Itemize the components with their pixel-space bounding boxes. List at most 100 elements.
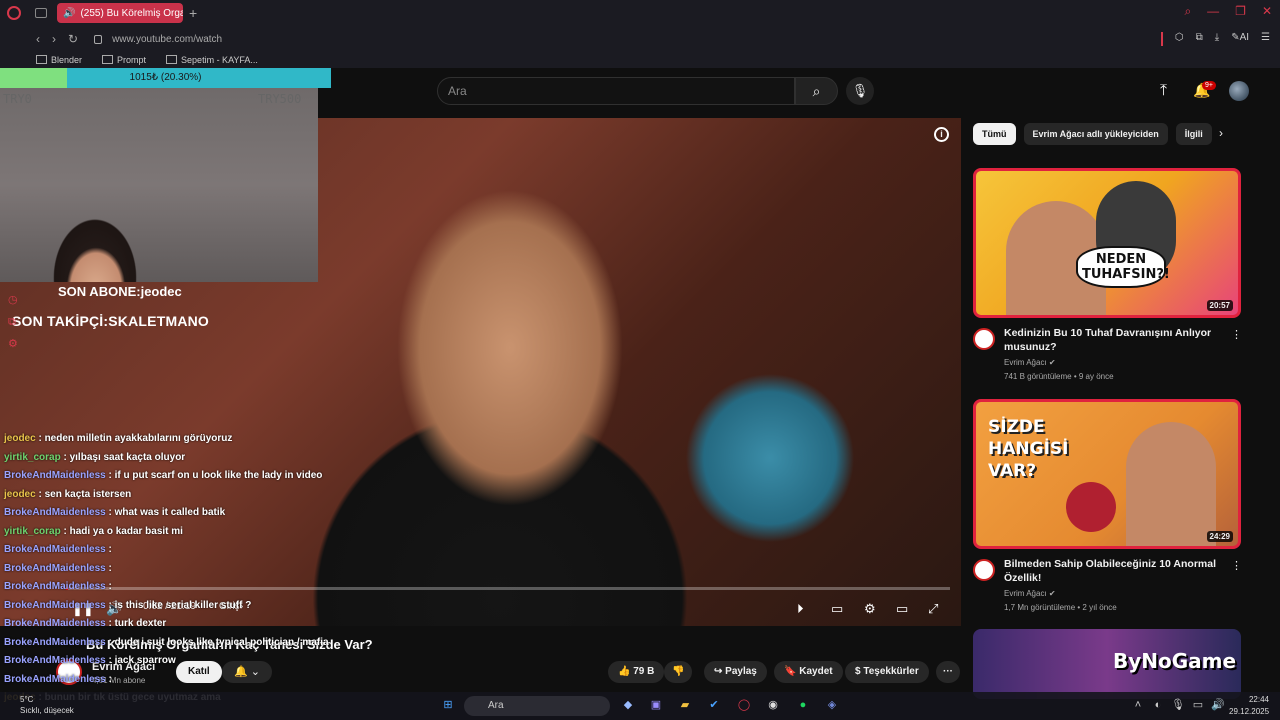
more-options-icon[interactable]: ⋮	[1231, 559, 1242, 572]
rec-meta: 741 B görüntüleme • 9 ay önce	[1004, 372, 1114, 381]
recommended-video[interactable]: ByNoGame	[973, 629, 1241, 699]
search-tabs-icon[interactable]: ⌕	[1184, 4, 1191, 19]
video-thumbnail[interactable]: NEDEN TUHAFSIN?! 20:57	[973, 168, 1241, 318]
chat-nick[interactable]: jeodec	[4, 433, 36, 444]
bookmark-item[interactable]: Sepetim - KAYFA...	[166, 55, 258, 65]
thanks-button[interactable]: $ Teşekkürler	[845, 661, 929, 683]
history-icon[interactable]: ◷	[8, 293, 18, 306]
spotify-icon[interactable]: ●	[795, 697, 811, 713]
opera-logo-icon[interactable]	[7, 6, 21, 20]
taskbar-search[interactable]: Ara	[464, 696, 610, 716]
chat-nick[interactable]: BrokeAndMaidenless	[4, 544, 106, 555]
upload-icon[interactable]: ⤒	[1160, 82, 1167, 100]
obs-icon[interactable]: ◉	[765, 697, 781, 713]
bookmark-item[interactable]: Blender	[36, 55, 82, 65]
extensions-icon[interactable]: ⬡	[1175, 32, 1184, 46]
windows-start-icon[interactable]: ⊞	[440, 697, 456, 713]
channel-avatar[interactable]	[973, 559, 995, 581]
screenshot-icon[interactable]: ⧉	[1196, 32, 1203, 46]
tab-switcher-icon[interactable]	[35, 8, 47, 18]
chat-nick[interactable]: yirtik_corap	[4, 452, 61, 463]
rec-title[interactable]: Bilmeden Sahip Olabileceğiniz 10 Anormal…	[1004, 557, 1219, 585]
weather-widget[interactable]: 5°C Sıcklı, düşecek	[20, 694, 74, 716]
discord-icon[interactable]: ◈	[824, 697, 840, 713]
tray-app-icon[interactable]: ◐	[1150, 697, 1166, 713]
autoplay-toggle[interactable]: ⏵	[797, 601, 804, 617]
info-icon[interactable]: i	[934, 127, 949, 142]
chat-text: : sen kaçta istersen	[35, 488, 132, 500]
recommended-video[interactable]: NEDEN TUHAFSIN?! 20:57 Kedinizin Bu 10 T…	[973, 168, 1242, 388]
notification-badge: 9+	[1202, 81, 1216, 90]
verified-icon: ✔	[1048, 358, 1056, 367]
menu-icon[interactable]: ☰	[1261, 32, 1270, 46]
maximize-button[interactable]: ❐	[1235, 4, 1246, 19]
chat-nick[interactable]: BrokeAndMaidenless	[4, 470, 106, 481]
opera-icon[interactable]: ◯	[736, 697, 752, 713]
more-actions-button[interactable]: ···	[936, 661, 960, 683]
speaker-icon[interactable]: 🔊	[1210, 697, 1226, 713]
file-explorer-icon[interactable]: ▰	[677, 697, 693, 713]
chat-nick[interactable]: jeodec	[4, 489, 36, 500]
chat-nick[interactable]: BrokeAndMaidenless	[4, 655, 106, 666]
teams-icon[interactable]: ▣	[648, 697, 664, 713]
chat-text: : jack sparrow	[105, 655, 176, 666]
fullscreen-icon[interactable]: ⤢	[928, 601, 938, 617]
like-button[interactable]: 👍 79 B	[608, 661, 665, 683]
recommended-video[interactable]: SİZDE HANGİSİ VAR? 24:29 Bilmeden Sahip …	[973, 399, 1242, 619]
chat-nick[interactable]: BrokeAndMaidenless	[4, 600, 106, 611]
screen: 🔊 (255) Bu Körelmiş Orga + ⌕ — ❐ ✕ ‹ › ↻…	[0, 0, 1280, 720]
chip-all[interactable]: Tümü	[973, 123, 1016, 145]
save-button[interactable]: 🔖 Kaydet	[774, 661, 843, 683]
settings-icon[interactable]: ⚙	[864, 601, 876, 617]
chat-nick[interactable]: BrokeAndMaidenless	[4, 637, 106, 648]
tray-chevron-icon[interactable]: ˄	[1130, 697, 1146, 713]
copilot-icon[interactable]: ◆	[620, 697, 636, 713]
chat-message: BrokeAndMaidenless : dude i suit looks l…	[4, 634, 364, 653]
network-icon[interactable]: ▭	[1190, 697, 1206, 713]
ai-icon[interactable]: ✎AI	[1231, 32, 1249, 46]
search-button[interactable]: ⌕	[795, 77, 838, 105]
chip-related[interactable]: İlgili	[1175, 123, 1212, 145]
duration-badge: 24:29	[1206, 531, 1233, 542]
download-icon[interactable]: ⤓	[1215, 32, 1219, 46]
chip-uploader[interactable]: Evrim Ağacı adlı yükleyiciden	[1023, 123, 1168, 145]
minimize-button[interactable]: —	[1207, 4, 1219, 19]
channel-avatar[interactable]	[973, 328, 995, 350]
chat-nick[interactable]: BrokeAndMaidenless	[4, 507, 106, 518]
reload-icon[interactable]: ↻	[68, 32, 78, 46]
search-input[interactable]: Ara	[437, 77, 795, 105]
pinboard-icon[interactable]: ⧉	[8, 316, 16, 329]
dislike-button[interactable]: 👎	[664, 661, 693, 683]
url-field[interactable]: www.youtube.com/watch	[112, 34, 222, 45]
video-thumbnail[interactable]: SİZDE HANGİSİ VAR? 24:29	[973, 399, 1241, 549]
chat-nick[interactable]: BrokeAndMaidenless	[4, 618, 106, 629]
close-button[interactable]: ✕	[1262, 4, 1272, 19]
account-avatar[interactable]	[1229, 81, 1249, 101]
weather-text: Sıcklı, düşecek	[20, 706, 74, 715]
chat-nick[interactable]: BrokeAndMaidenless	[4, 674, 106, 685]
voice-search-button[interactable]: 🎙	[846, 77, 874, 105]
speaker-icon[interactable]: 🔊	[63, 8, 75, 19]
new-tab-button[interactable]: +	[189, 5, 197, 21]
video-thumbnail[interactable]: ByNoGame	[973, 629, 1241, 699]
todo-icon[interactable]: ✔	[706, 697, 722, 713]
forward-icon[interactable]: ›	[52, 32, 56, 46]
share-button[interactable]: ↪ Paylaş	[704, 661, 767, 683]
rec-channel[interactable]: Evrim Ağacı ✔	[1004, 358, 1056, 367]
more-options-icon[interactable]: ⋮	[1231, 328, 1242, 341]
theater-mode-icon[interactable]: ▭	[896, 601, 908, 617]
microphone-icon[interactable]: 🎙	[1170, 697, 1186, 713]
rec-title[interactable]: Kedinizin Bu 10 Tuhaf Davranışını Anlıyo…	[1004, 326, 1219, 354]
chat-nick[interactable]: BrokeAndMaidenless	[4, 563, 106, 574]
back-icon[interactable]: ‹	[36, 32, 40, 46]
chat-nick[interactable]: BrokeAndMaidenless	[4, 581, 106, 592]
settings-icon[interactable]: ⚙	[8, 337, 18, 350]
subtitles-icon[interactable]: ▭	[831, 601, 843, 617]
chat-nick[interactable]: yirtik_corap	[4, 526, 61, 537]
chevron-right-icon[interactable]: ›	[1219, 126, 1223, 140]
rec-channel[interactable]: Evrim Ağacı ✔	[1004, 589, 1056, 598]
bookmark-item[interactable]: Prompt	[102, 55, 146, 65]
clock[interactable]: 22:44 29.12.2025	[1229, 694, 1269, 718]
browser-tab-active[interactable]: 🔊 (255) Bu Körelmiş Orga	[57, 3, 183, 23]
like-count: 79 B	[633, 666, 655, 677]
